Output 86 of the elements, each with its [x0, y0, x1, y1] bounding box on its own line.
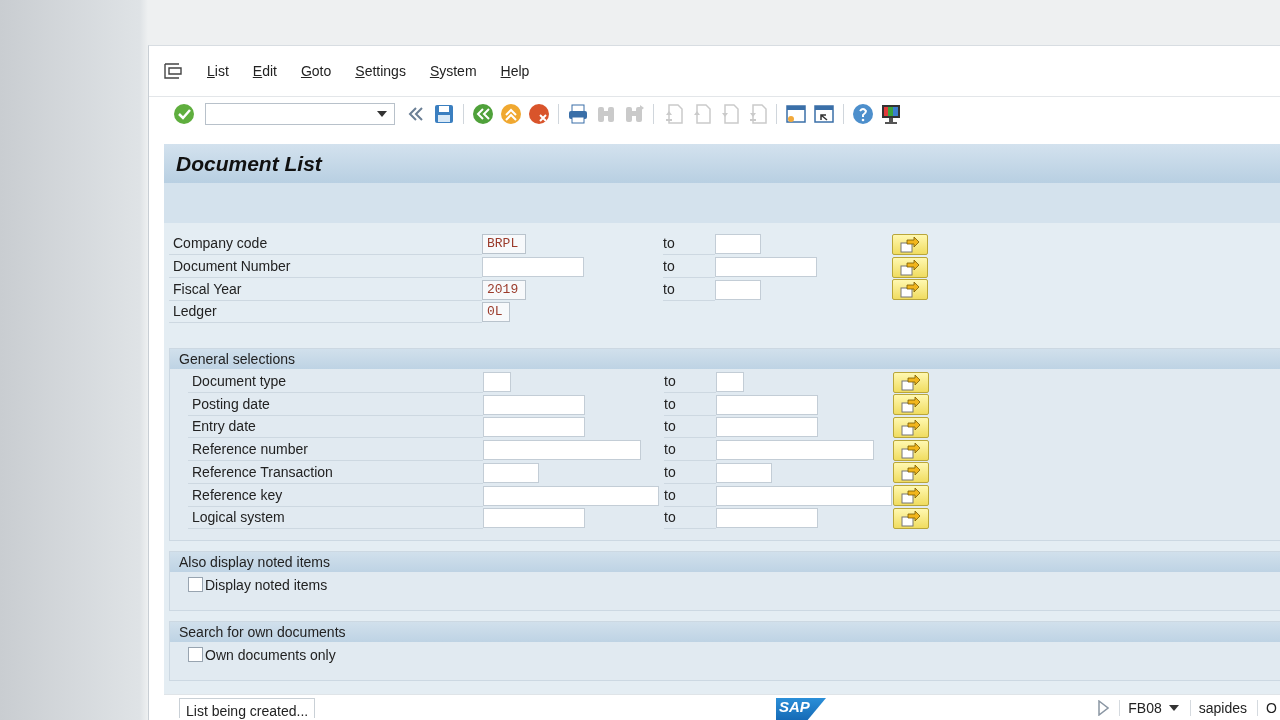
input-field[interactable] — [483, 462, 539, 483]
menu-item[interactable]: System — [417, 63, 489, 79]
input-field[interactable] — [716, 394, 818, 415]
arrow-icon — [900, 373, 922, 391]
enter-icon[interactable] — [173, 103, 195, 125]
multiple-selection-button[interactable] — [892, 256, 928, 278]
shortcut-icon[interactable] — [813, 103, 835, 125]
help-icon[interactable] — [852, 103, 874, 125]
field-label: Logical system — [188, 507, 483, 530]
checkbox[interactable] — [188, 577, 203, 593]
section-header: General selections — [170, 348, 1280, 369]
arrow-icon — [900, 418, 922, 436]
input-field[interactable] — [716, 485, 892, 506]
menu-item[interactable]: Help — [488, 63, 542, 79]
checkbox-label[interactable]: Display noted items — [205, 576, 328, 593]
field-label: Reference key — [188, 484, 483, 507]
expand-icon[interactable] — [1097, 699, 1110, 716]
arrow-icon — [899, 281, 921, 299]
arrow-icon — [900, 441, 922, 459]
input-field[interactable] — [716, 508, 818, 529]
input-field[interactable] — [483, 394, 585, 415]
save-icon[interactable] — [433, 103, 455, 125]
back-icon[interactable] — [472, 103, 494, 125]
input-field[interactable] — [483, 485, 659, 506]
monitor-icon[interactable] — [880, 103, 902, 125]
input-field[interactable]: 0L — [482, 302, 510, 323]
input-field[interactable] — [716, 462, 772, 483]
input-field[interactable] — [715, 234, 761, 255]
input-field[interactable] — [715, 279, 761, 300]
arrow-icon — [899, 235, 921, 253]
print-icon[interactable] — [567, 103, 589, 125]
field-label: Fiscal Year — [169, 278, 482, 301]
arrow-icon — [899, 258, 921, 276]
input-field[interactable] — [483, 372, 511, 393]
field-label: Document type — [188, 371, 483, 394]
multiple-selection-button[interactable] — [892, 233, 928, 255]
input-mode: O — [1266, 699, 1277, 716]
menu-item[interactable]: Edit — [240, 63, 289, 79]
status-message: List being created... — [179, 697, 316, 718]
arrow-icon — [900, 487, 922, 505]
input-field[interactable] — [716, 440, 874, 461]
multiple-selection-button[interactable] — [893, 394, 929, 416]
menu-item[interactable]: Goto — [288, 63, 344, 79]
field-label: Entry date — [188, 416, 483, 439]
field-label: Ledger — [169, 301, 482, 324]
arrow-icon — [900, 464, 922, 482]
input-field[interactable] — [482, 257, 584, 278]
screen-title: Document List — [164, 144, 1280, 183]
input-field[interactable] — [715, 257, 817, 278]
multiple-selection-button[interactable] — [893, 416, 929, 438]
cancel-icon[interactable] — [528, 103, 550, 125]
input-field[interactable] — [483, 417, 585, 438]
input-field[interactable]: BRPL — [482, 234, 526, 255]
sap-logo: SAP — [776, 698, 826, 720]
input-field[interactable] — [483, 508, 585, 529]
input-field[interactable] — [483, 440, 641, 461]
exit-icon[interactable] — [500, 103, 522, 125]
system-name: sapides — [1198, 699, 1247, 716]
multiple-selection-button[interactable] — [893, 439, 929, 461]
multiple-selection-button[interactable] — [892, 279, 928, 301]
field-label: Posting date — [188, 393, 483, 416]
dropdown-icon[interactable] — [1167, 703, 1180, 712]
checkbox-label[interactable]: Own documents only — [205, 646, 336, 663]
field-label: Reference Transaction — [188, 461, 483, 484]
input-field[interactable]: 2019 — [482, 279, 526, 300]
dropdown-icon[interactable] — [376, 110, 388, 118]
section-header: Also display noted items — [170, 551, 1280, 572]
transaction-code: FB08 — [1128, 699, 1162, 716]
field-label: Document Number — [169, 256, 482, 279]
system-menu-icon[interactable] — [163, 63, 183, 79]
command-field[interactable] — [205, 103, 395, 125]
arrow-icon — [900, 509, 922, 527]
section-header: Search for own documents — [170, 621, 1280, 642]
field-label: Company code — [169, 233, 482, 256]
multiple-selection-button[interactable] — [893, 485, 929, 507]
field-label: Reference number — [188, 439, 483, 462]
checkbox[interactable] — [188, 647, 203, 663]
multiple-selection-button[interactable] — [893, 371, 929, 393]
menu-item[interactable]: Settings — [343, 63, 418, 79]
multiple-selection-button[interactable] — [893, 462, 929, 484]
input-field[interactable] — [716, 417, 818, 438]
menu-item[interactable]: List — [195, 63, 241, 79]
window-icon[interactable] — [785, 103, 807, 125]
arrow-icon — [900, 396, 922, 414]
input-field[interactable] — [716, 372, 744, 393]
multiple-selection-button[interactable] — [893, 507, 929, 529]
